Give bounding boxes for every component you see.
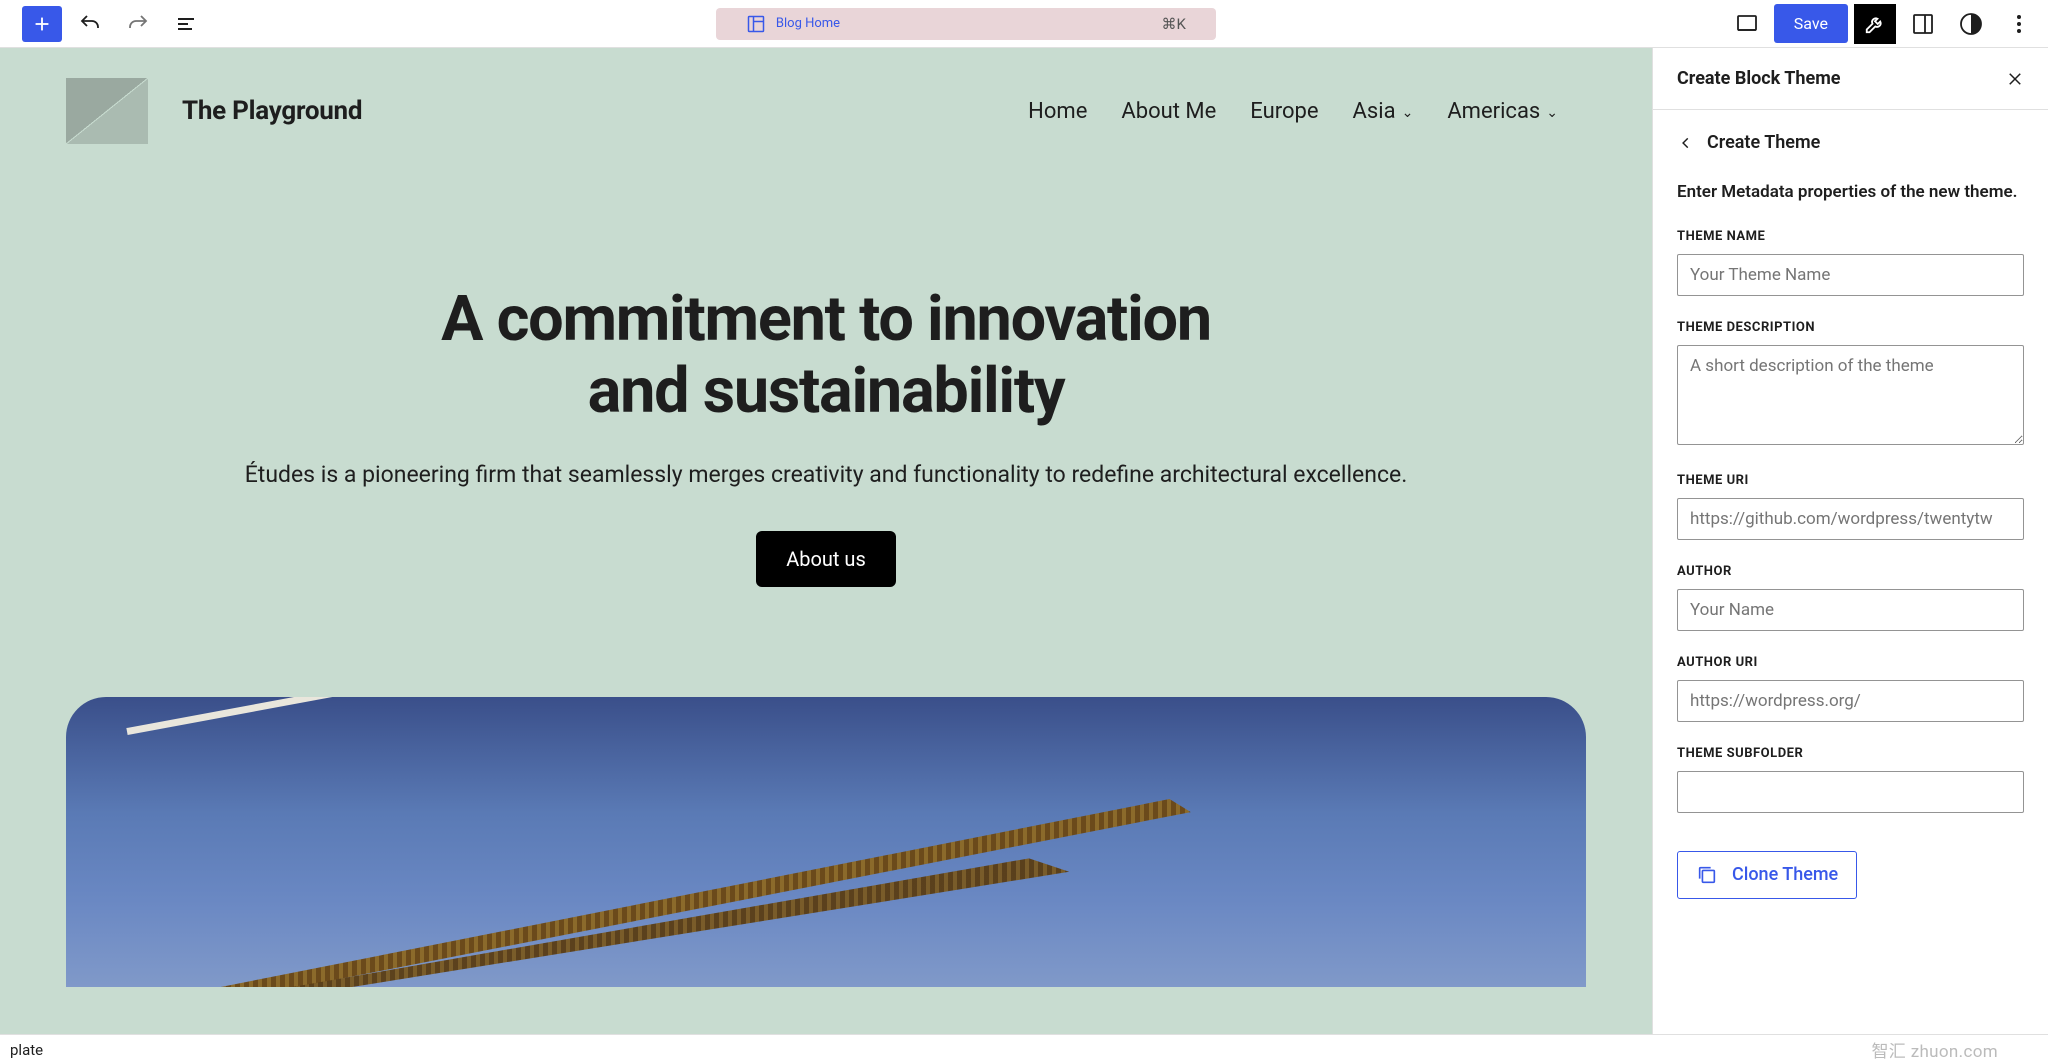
shortcut-hint: ⌘K xyxy=(1161,15,1185,33)
theme-description-input[interactable] xyxy=(1677,345,2024,445)
redo-button[interactable] xyxy=(118,4,158,44)
theme-name-input[interactable] xyxy=(1677,254,2024,296)
top-toolbar: Blog Home ⌘K Save xyxy=(0,0,2048,48)
save-button[interactable]: Save xyxy=(1774,4,1848,43)
hero-subtitle[interactable]: Études is a pioneering firm that seamles… xyxy=(60,457,1592,493)
site-logo[interactable] xyxy=(66,78,148,144)
panel-intro: Enter Metadata properties of the new the… xyxy=(1677,181,2024,205)
watermark: 智汇 zhuon.com xyxy=(1871,1037,2038,1062)
nav-americas[interactable]: Americas⌄ xyxy=(1447,99,1558,124)
chevron-down-icon: ⌄ xyxy=(1546,105,1558,121)
editor-canvas[interactable]: The Playground Home About Me Europe Asia… xyxy=(0,48,1652,1034)
status-bar: plate 智汇 zhuon.com xyxy=(0,1034,2048,1064)
chevron-down-icon: ⌄ xyxy=(1402,105,1414,121)
site-navigation: Home About Me Europe Asia⌄ Americas⌄ xyxy=(1028,99,1586,124)
theme-subfolder-label: THEME SUBFOLDER xyxy=(1677,746,2024,761)
theme-uri-input[interactable] xyxy=(1677,498,2024,540)
view-button[interactable] xyxy=(1726,3,1768,45)
hero-image[interactable] xyxy=(66,697,1586,987)
nav-europe[interactable]: Europe xyxy=(1250,99,1318,124)
create-block-theme-panel: Create Block Theme Create Theme Enter Me… xyxy=(1652,48,2048,1034)
site-title[interactable]: The Playground xyxy=(182,96,362,126)
theme-subfolder-input[interactable] xyxy=(1677,771,2024,813)
hero-title[interactable]: A commitment to innovationand sustainabi… xyxy=(60,284,1592,429)
clone-theme-button[interactable]: Clone Theme xyxy=(1677,851,1857,899)
nav-home[interactable]: Home xyxy=(1028,99,1087,124)
hero-section: A commitment to innovationand sustainabi… xyxy=(0,174,1652,627)
template-name: Blog Home xyxy=(776,16,840,31)
breadcrumb-fragment: plate xyxy=(10,1041,43,1059)
add-block-button[interactable] xyxy=(22,6,62,42)
theme-uri-label: THEME URI xyxy=(1677,473,2024,488)
close-panel-button[interactable] xyxy=(2006,70,2024,88)
site-header: The Playground Home About Me Europe Asia… xyxy=(0,48,1652,174)
nav-about[interactable]: About Me xyxy=(1121,99,1216,124)
nav-asia[interactable]: Asia⌄ xyxy=(1353,99,1414,124)
back-create-theme[interactable]: Create Theme xyxy=(1677,132,2024,153)
author-uri-label: AUTHOR URI xyxy=(1677,655,2024,670)
list-view-button[interactable] xyxy=(166,4,206,44)
theme-description-label: THEME DESCRIPTION xyxy=(1677,320,2024,335)
undo-button[interactable] xyxy=(70,4,110,44)
more-menu-button[interactable] xyxy=(1998,3,2040,45)
author-input[interactable] xyxy=(1677,589,2024,631)
hero-cta-button[interactable]: About us xyxy=(756,531,896,587)
template-selector[interactable]: Blog Home ⌘K xyxy=(716,8,1216,40)
author-label: AUTHOR xyxy=(1677,564,2024,579)
styles-button[interactable] xyxy=(1950,3,1992,45)
settings-panel-button[interactable] xyxy=(1902,3,1944,45)
author-uri-input[interactable] xyxy=(1677,680,2024,722)
panel-title: Create Block Theme xyxy=(1677,68,1841,89)
theme-name-label: THEME NAME xyxy=(1677,229,2024,244)
tools-button[interactable] xyxy=(1854,4,1896,44)
